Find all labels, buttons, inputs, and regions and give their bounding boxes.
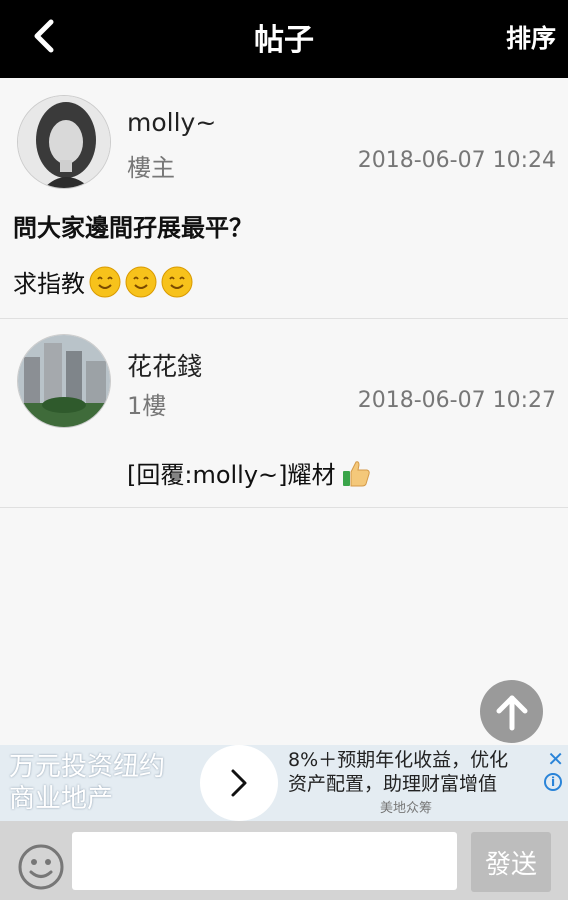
floor-label: 樓主 [127,154,175,182]
ad-headline-line: 万元投资纽约 [9,752,166,782]
username[interactable]: 花花錢 [127,347,202,383]
chevron-right-icon [231,769,247,797]
post-body: 求指教 [13,264,193,299]
sort-button[interactable]: 排序 [506,19,556,55]
page-title: 帖子 [254,23,314,58]
ad-description: 8%＋预期年化收益，优化 资产配置，助理财富增值 [288,748,508,796]
post-item: molly~ 樓主 2018-06-07 10:24 問大家邊間孖展最平？ 求指… [0,78,568,319]
smile-emoji-icon [161,266,193,297]
thumbs-up-icon [342,460,370,486]
reply-body: [回覆:molly~]耀材 [127,455,372,490]
smile-emoji-icon [89,266,121,297]
reply-body-text: [回覆:molly~]耀材 [127,461,336,489]
avatar[interactable] [17,334,111,428]
username[interactable]: molly~ [127,108,216,137]
reply-item: 花花錢 1樓 2018-06-07 10:27 [回覆:molly~]耀材 [0,319,568,508]
ad-banner[interactable]: 万元投资纽约 商业地产 8%＋预期年化收益，优化 资产配置，助理财富增值 美地众… [0,745,568,821]
info-icon[interactable]: i [544,773,562,791]
smiley-icon[interactable] [17,843,65,891]
close-icon[interactable]: ✕ [547,747,564,771]
smile-emoji-icon [125,266,157,297]
reply-input[interactable] [72,832,457,890]
arrow-up-icon [496,695,527,730]
reply-timestamp: 2018-06-07 10:27 [357,388,556,413]
ad-arrow-button[interactable] [200,745,278,821]
send-button[interactable]: 發送 [471,832,551,892]
floor-label: 1樓 [127,392,167,420]
avatar[interactable] [17,95,111,189]
ad-description-line: 资产配置，助理财富增值 [288,773,498,795]
ad-description-line: 8%＋预期年化收益，优化 [288,749,509,771]
scroll-to-top-button[interactable] [480,680,543,743]
ad-source: 美地众筹 [380,801,433,816]
reply-composer: 發送 [0,821,568,900]
post-title: 問大家邊間孖展最平？ [13,214,253,242]
post-body-text: 求指教 [13,270,85,298]
ad-headline-line: 商业地产 [9,784,114,814]
top-bar: 帖子 排序 [0,0,568,78]
post-timestamp: 2018-06-07 10:24 [357,148,556,173]
ad-headline: 万元投资纽约 商业地产 [9,751,165,815]
